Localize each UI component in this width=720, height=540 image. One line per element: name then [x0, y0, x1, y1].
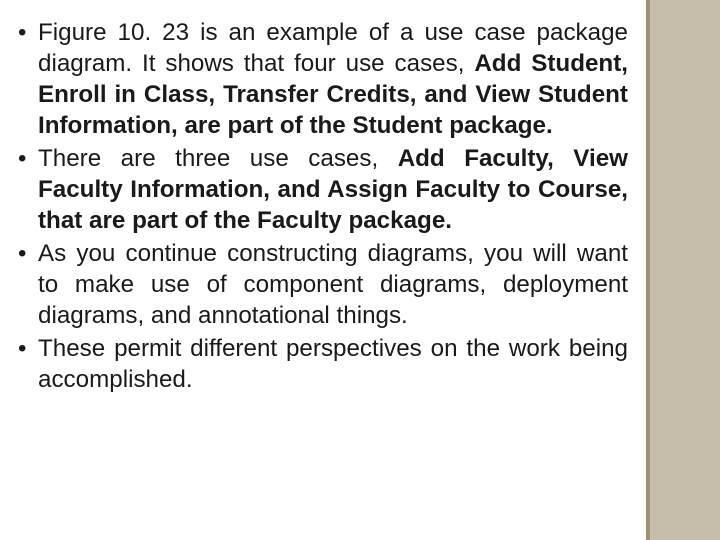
- bullet-text-pre: There are three use cases,: [38, 145, 398, 172]
- bullet-item: There are three use cases, Add Faculty, …: [18, 144, 628, 237]
- slide-sidebar-divider: [646, 0, 650, 540]
- slide-content: Figure 10. 23 is an example of a use cas…: [18, 18, 628, 398]
- bullet-item: Figure 10. 23 is an example of a use cas…: [18, 18, 628, 142]
- bullet-list: Figure 10. 23 is an example of a use cas…: [18, 18, 628, 396]
- bullet-text-pre: As you continue constructing diagrams, y…: [38, 240, 628, 329]
- bullet-item: As you continue constructing diagrams, y…: [18, 239, 628, 332]
- slide-sidebar: [650, 0, 720, 540]
- bullet-text-pre: These permit different perspectives on t…: [38, 335, 628, 393]
- bullet-item: These permit different perspectives on t…: [18, 334, 628, 396]
